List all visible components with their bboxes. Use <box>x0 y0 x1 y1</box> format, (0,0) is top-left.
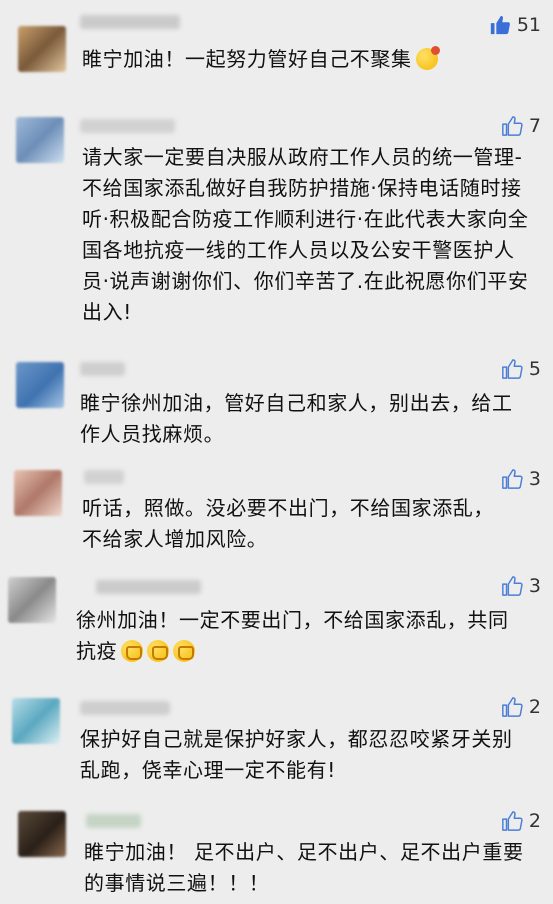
like-button[interactable]: 5 <box>501 358 541 380</box>
comment-item: 2 睢宁加油！ 足不出户、足不出户、足不出户重要的事情说三遍！！！ <box>0 805 553 904</box>
like-count: 7 <box>528 115 541 137</box>
username[interactable] <box>80 119 175 133</box>
like-count: 2 <box>528 810 541 832</box>
avatar[interactable] <box>16 362 64 408</box>
avatar[interactable] <box>8 577 56 623</box>
comment-text: 请大家一定要自决服从政府工作人员的统一管理-不给国家添乱做好自我防护措施·保持电… <box>82 145 529 324</box>
fist-emoji <box>121 640 144 662</box>
like-button[interactable]: 7 <box>501 115 541 137</box>
shushing-face-emoji <box>415 46 440 70</box>
like-count: 3 <box>528 575 541 597</box>
username[interactable] <box>80 15 180 29</box>
comment-item: 3 听话，照做。没必要不出门，不给国家添乱，不给家人增加风险。 <box>0 460 553 565</box>
like-count: 2 <box>528 696 541 718</box>
avatar[interactable] <box>12 698 60 744</box>
fist-emoji <box>147 640 170 662</box>
username[interactable] <box>80 362 125 376</box>
avatar[interactable] <box>16 117 64 163</box>
username[interactable] <box>86 814 141 828</box>
username[interactable] <box>80 701 170 715</box>
avatar[interactable] <box>18 811 66 857</box>
avatar[interactable] <box>18 26 66 72</box>
username[interactable] <box>84 470 124 484</box>
thumbs-up-outline-icon <box>501 575 523 597</box>
like-button[interactable]: 2 <box>501 810 541 832</box>
like-count: 5 <box>528 358 541 380</box>
like-button[interactable]: 3 <box>501 468 541 490</box>
comment-item: 2 保护好自己就是保护好家人，都忍忍咬紧牙关别乱跑，侥幸心理一定不能有! <box>0 690 553 800</box>
thumbs-up-outline-icon <box>501 810 523 832</box>
like-button[interactable]: 51 <box>489 14 541 36</box>
avatar[interactable] <box>14 470 62 516</box>
comment-item: 5 睢宁徐州加油，管好自己和家人，别出去，给工作人员找麻烦。 <box>0 350 553 455</box>
comment-item: 3 徐州加油！一定不要出门，不给国家添乱，共同抗疫 <box>0 570 553 685</box>
comment-text: 睢宁徐州加油，管好自己和家人，别出去，给工作人员找麻烦。 <box>80 391 513 446</box>
like-count: 51 <box>516 14 541 36</box>
thumbs-up-outline-icon <box>501 358 523 380</box>
comment-list: 51 睢宁加油！一起努力管好自己不聚集 7 请大家一定要自决服从政府工作人员的统… <box>0 0 553 904</box>
like-button[interactable]: 2 <box>501 696 541 718</box>
thumbs-up-outline-icon <box>501 115 523 137</box>
comment-text: 听话，照做。没必要不出门，不给国家添乱，不给家人增加风险。 <box>82 496 494 551</box>
thumbs-up-outline-icon <box>501 696 523 718</box>
username[interactable] <box>96 580 201 594</box>
comment-text: 睢宁加油！一起努力管好自己不聚集 <box>82 44 522 75</box>
like-button[interactable]: 3 <box>501 575 541 597</box>
comment-text: 保护好自己就是保护好家人，都忍忍咬紧牙关别乱跑，侥幸心理一定不能有! <box>80 727 513 782</box>
comment-item: 51 睢宁加油！一起努力管好自己不聚集 <box>0 0 553 95</box>
thumbs-up-filled-icon <box>489 14 511 36</box>
fist-emoji <box>173 640 196 662</box>
comment-text: 徐州加油！一定不要出门，不给国家添乱，共同抗疫 <box>76 608 509 663</box>
comment-item: 7 请大家一定要自决服从政府工作人员的统一管理-不给国家添乱做好自我防护措施·保… <box>0 100 553 340</box>
thumbs-up-outline-icon <box>501 468 523 490</box>
comment-text: 睢宁加油！ 足不出户、足不出户、足不出户重要的事情说三遍！！！ <box>84 840 524 895</box>
like-count: 3 <box>528 468 541 490</box>
